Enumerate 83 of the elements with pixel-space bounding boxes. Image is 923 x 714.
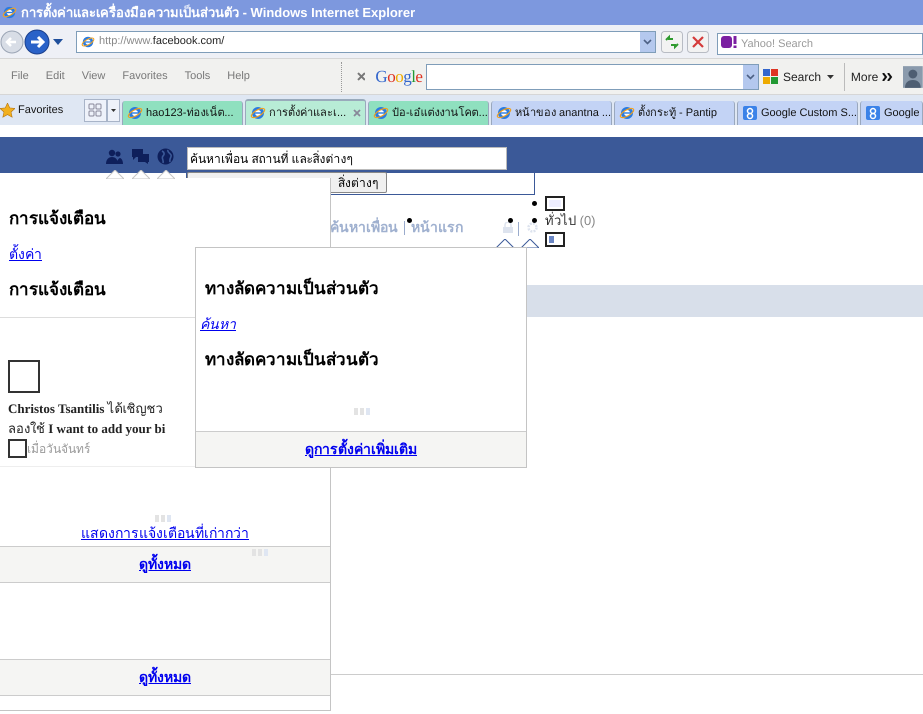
tab-label: ตั้งกระทู้ - Pantip <box>638 104 717 121</box>
tab-list-button[interactable] <box>107 99 120 122</box>
menu-item[interactable]: Tools <box>184 68 210 85</box>
popup-subtitle: การแจ้งเตือน <box>9 278 106 300</box>
tab-label: hao123-ท่องเน็ต... <box>146 104 234 121</box>
google-search-field[interactable] <box>426 64 759 90</box>
browser-tab[interactable]: hao123-ท่องเน็ต... <box>122 101 243 125</box>
menu-item[interactable]: Favorites <box>122 68 168 85</box>
general-label[interactable]: ทั่วไป (0) <box>545 211 596 230</box>
notification-text: Christos Tsantilis ได้เชิญชว <box>8 400 164 418</box>
image-placeholder <box>8 439 27 458</box>
more-settings-link[interactable]: ดูการตั้งค่าเพิ่มเติม <box>305 439 417 460</box>
tab-label: การตั้งค่าและเ... <box>269 104 346 121</box>
stop-button[interactable] <box>687 30 709 52</box>
dropdown-icon[interactable] <box>743 64 758 88</box>
browser-tab[interactable]: ตั้งกระทู้ - Pantip <box>614 101 735 125</box>
image-placeholder-icon <box>545 196 565 211</box>
url-text: http://www.facebook.com/ <box>99 34 224 50</box>
image-placeholder <box>8 360 40 393</box>
settings-link[interactable]: ตั้งค่า <box>9 244 42 264</box>
close-icon[interactable] <box>353 109 361 117</box>
notification-text: ลองใช้ I want to add your bi <box>8 420 166 438</box>
history-dropdown-icon[interactable] <box>53 38 63 44</box>
refresh-button[interactable] <box>661 30 683 52</box>
loader-icon <box>354 408 370 415</box>
browser-tab[interactable]: Google <box>860 101 923 125</box>
gear-icon <box>527 222 538 233</box>
menu-item[interactable]: View <box>82 68 106 85</box>
image-placeholder-icon <box>545 232 565 247</box>
menu-item[interactable]: Edit <box>46 68 65 85</box>
view-all-link[interactable]: ดูทั้งหมด <box>139 667 191 688</box>
bullet-icon <box>508 218 513 223</box>
browser-tab[interactable]: การตั้งค่าและเ... <box>245 99 366 125</box>
globe-icon[interactable] <box>157 148 174 165</box>
star-icon <box>0 102 15 118</box>
google-tab-icon <box>742 105 758 121</box>
friends-icon[interactable] <box>106 149 123 164</box>
search-field[interactable]: ค้นหาเพื่อน สถานที่ และสิ่งต่างๆ <box>187 147 507 170</box>
tab-label: Google Custom S... <box>761 106 857 121</box>
search-button[interactable]: Search <box>763 68 822 86</box>
more-button[interactable]: More <box>850 68 894 86</box>
notification-time: เมื่อวันจันทร์ <box>27 440 90 458</box>
bullet-icon <box>532 218 537 223</box>
browser-tab[interactable]: ป๋อ-เอ๋แต่งงานโคต... <box>368 101 489 125</box>
address-field[interactable]: http://www.facebook.com/ <box>76 30 656 52</box>
tab-label: ป๋อ-เอ๋แต่งงานโคต... <box>392 105 488 121</box>
tab-label: หน้าของ anantna ... <box>515 106 611 121</box>
search-icon <box>763 68 779 84</box>
loader-icon <box>155 515 171 522</box>
search-link[interactable]: ค้นหา <box>200 314 236 334</box>
forward-button[interactable] <box>24 28 50 54</box>
avatar-icon[interactable] <box>903 66 923 88</box>
browser-icon <box>373 105 389 121</box>
view-all-link[interactable]: ดูทั้งหมด <box>139 554 191 575</box>
popup-title: ทางลัดความเป็นส่วนตัว <box>205 276 380 300</box>
favorites-button[interactable]: Favorites <box>0 102 84 118</box>
messages-icon[interactable] <box>132 149 149 164</box>
close-icon[interactable] <box>356 72 366 81</box>
browser-icon <box>127 105 143 121</box>
lock-icon <box>503 222 513 233</box>
popup-title: การแจ้งเตือน <box>9 208 106 230</box>
google-tab-icon <box>865 105 881 121</box>
bullet-icon <box>407 218 412 223</box>
browser-icon <box>2 5 17 20</box>
older-notifications-link[interactable]: แสดงการแจ้งเตือนที่เก่ากว่า <box>81 525 249 541</box>
caret-icon[interactable] <box>827 74 834 78</box>
chevron-icon <box>882 72 894 80</box>
quick-tabs-button[interactable] <box>84 99 107 122</box>
browser-icon <box>496 105 512 121</box>
menu-item[interactable]: File <box>11 68 29 85</box>
tab-label: Google <box>884 106 920 121</box>
window-title: การตั้งค่าและเครื่องมือความเป็นส่วนตัว - Windows Internet Explorer <box>21 2 416 22</box>
menu-item[interactable]: Help <box>227 68 250 85</box>
search-field[interactable]: Yahoo! Search <box>717 32 923 54</box>
bullet-icon <box>532 201 537 206</box>
browser-icon <box>619 105 635 121</box>
dropdown-icon[interactable] <box>640 32 655 52</box>
browser-icon <box>81 34 95 48</box>
google-logo: Google <box>375 66 422 88</box>
popup-subtitle: ทางลัดความเป็นส่วนตัว <box>205 348 380 370</box>
browser-icon <box>250 105 266 121</box>
browser-tab[interactable]: หน้าของ anantna ... <box>491 101 612 125</box>
browser-tab[interactable]: Google Custom S... <box>737 101 858 125</box>
